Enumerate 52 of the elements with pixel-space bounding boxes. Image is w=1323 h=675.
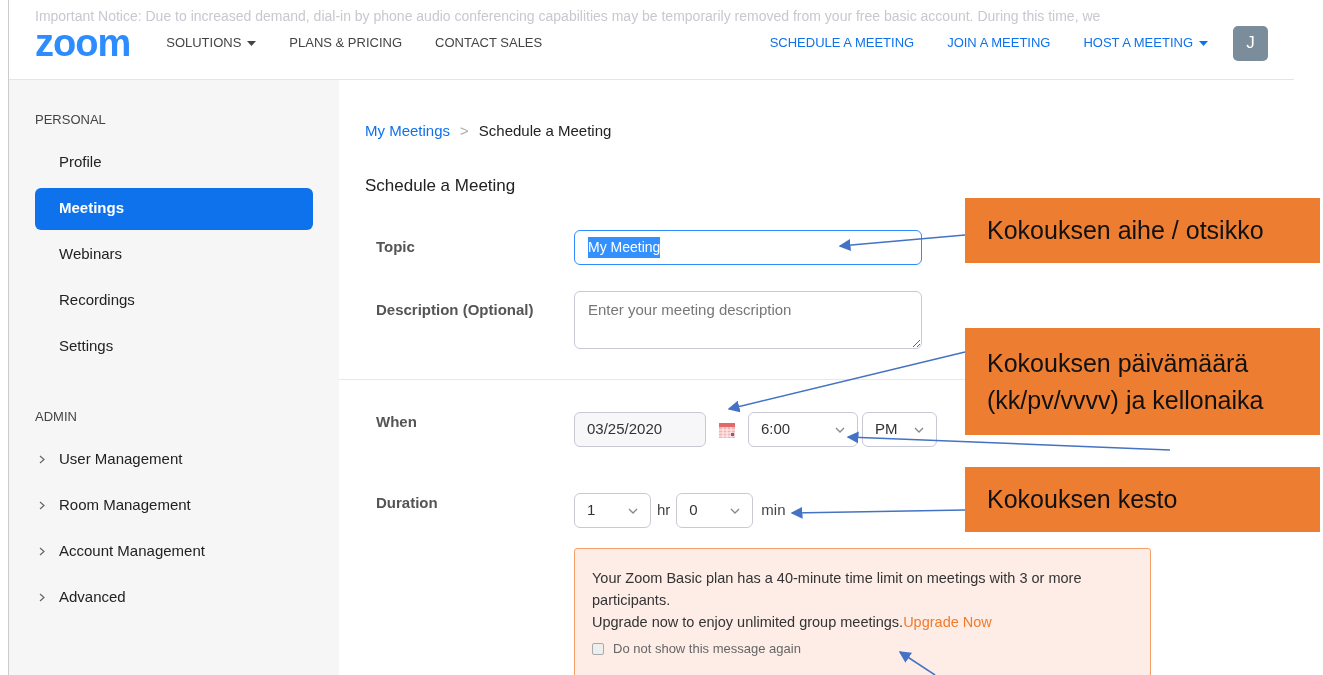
sidebar-item[interactable]: Profile: [35, 141, 313, 184]
sidebar-item[interactable]: User Management: [35, 438, 313, 480]
breadcrumb-current: Schedule a Meeting: [478, 121, 612, 141]
annotation-callout: Kokouksen kesto: [965, 467, 1320, 532]
section-title: PERSONAL: [35, 111, 107, 129]
field-label: Duration: [376, 493, 439, 514]
section-title: ADMIN: [35, 407, 78, 426]
sidebar-item[interactable]: Advanced: [35, 576, 313, 618]
unit-label: min: [761, 500, 786, 521]
chevron-right-icon: [39, 454, 45, 464]
calendar-icon[interactable]: [718, 420, 736, 439]
sidebar-item[interactable]: Meetings: [35, 187, 313, 230]
nav-link[interactable]: SOLUTIONS: [166, 33, 257, 53]
sidebar-item[interactable]: Settings: [35, 325, 313, 368]
sidebar-item[interactable]: Room Management: [35, 484, 313, 526]
checkbox[interactable]: [592, 642, 604, 655]
annotation-arrow: [898, 651, 936, 675]
checkbox-label: Do not show this message again: [613, 640, 801, 658]
chevron-right-icon: [39, 592, 45, 602]
breadcrumb-separator: >: [460, 121, 469, 141]
select-field[interactable]: PM: [862, 412, 937, 447]
date-field[interactable]: 03/25/2020: [574, 412, 706, 447]
annotation-callout: Kokouksen päivämäärä (kk/pv/vvvv) ja kellonaika: [965, 328, 1320, 435]
nav-link[interactable]: PLANS & PRICING: [289, 33, 403, 53]
alert-text: Upgrade now to enjoy unlimited group meetings.Upgrade Now: [592, 613, 993, 632]
nav-link[interactable]: CONTACT SALES: [435, 33, 543, 53]
field-label: When: [376, 412, 418, 433]
select-field[interactable]: 6:00: [748, 412, 858, 447]
caret-icon: [1199, 40, 1208, 46]
nav-link[interactable]: JOIN A MEETING: [947, 33, 1051, 53]
chevron-down-icon: [730, 507, 741, 514]
chevron-down-icon: [628, 507, 638, 514]
field-label: Topic: [376, 237, 416, 258]
chevron-down-icon: [835, 426, 845, 433]
field-label: Description (Optional): [376, 300, 535, 320]
chevron-right-icon: [39, 500, 45, 510]
chevron-down-icon: [914, 426, 924, 433]
page-heading: Schedule a Meeting: [364, 174, 517, 197]
select-field[interactable]: 0: [676, 493, 754, 528]
caret-icon: [247, 40, 257, 46]
sidebar-item[interactable]: Recordings: [35, 279, 313, 322]
nav-link[interactable]: HOST A MEETING: [1083, 33, 1208, 53]
sidebar-item[interactable]: Webinars: [35, 233, 313, 276]
nav-link[interactable]: SCHEDULE A MEETING: [769, 33, 915, 53]
alert-text: Your Zoom Basic plan has a 40-minute time limit on meetings with 3 or more participants.: [592, 569, 1083, 610]
annotation-callout: Kokouksen aihe / otsikko: [965, 198, 1320, 263]
sidebar-item[interactable]: Account Management: [35, 530, 313, 572]
description-field[interactable]: Enter your meeting description: [574, 291, 922, 349]
chevron-right-icon: [39, 546, 45, 556]
unit-label: hr: [657, 500, 671, 521]
select-field[interactable]: 1: [574, 493, 651, 528]
breadcrumb-link[interactable]: My Meetings: [365, 120, 451, 143]
